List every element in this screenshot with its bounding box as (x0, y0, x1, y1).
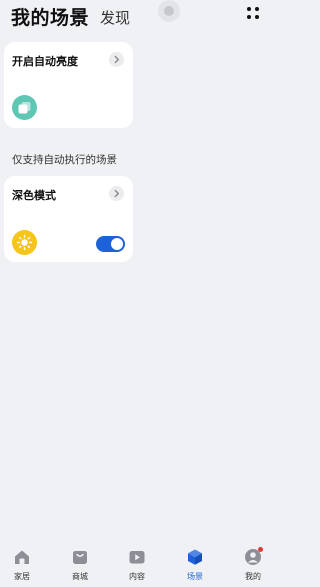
nav-item-shop[interactable]: 商城 (60, 542, 100, 587)
toggle-knob (111, 238, 123, 250)
scene-card-auto-brightness[interactable]: 开启自动亮度 (4, 42, 133, 128)
nav-label: 场景 (187, 572, 203, 581)
header: 我的场景 发现 (0, 0, 273, 34)
nav-item-scenes[interactable]: 场景 (175, 542, 215, 587)
chevron-right-icon[interactable] (109, 52, 124, 67)
dark-mode-toggle[interactable] (96, 236, 125, 252)
scene-card-dark-mode[interactable]: 深色模式 (4, 176, 133, 262)
more-dots-icon[interactable] (246, 6, 262, 22)
scene-card-title: 开启自动亮度 (12, 55, 78, 68)
home-icon (15, 550, 29, 564)
nav-label: 家居 (14, 572, 30, 581)
shop-icon (73, 551, 87, 564)
nav-label: 我的 (245, 572, 261, 581)
floating-circle-button[interactable] (158, 0, 180, 22)
play-icon (129, 551, 145, 564)
nav-item-profile[interactable]: 我的 (233, 542, 273, 587)
tab-my-scenes[interactable]: 我的场景 (11, 3, 89, 30)
sun-icon (12, 230, 37, 255)
section-label-auto-only: 仅支持自动执行的场景 (12, 154, 117, 166)
nav-item-content[interactable]: 内容 (117, 542, 157, 587)
brightness-icon (12, 95, 37, 120)
cube-icon (188, 549, 202, 565)
circle-inner (164, 6, 174, 16)
nav-item-home[interactable]: 家居 (2, 542, 42, 587)
nav-label: 内容 (129, 572, 145, 581)
chevron-right-icon[interactable] (109, 186, 124, 201)
nav-label: 商城 (72, 572, 88, 581)
tab-discover[interactable]: 发现 (100, 7, 130, 28)
notification-badge (258, 547, 263, 552)
scene-card-title: 深色模式 (12, 189, 56, 202)
bottom-nav: 家居 商城 内容 场景 我的 (0, 542, 273, 587)
